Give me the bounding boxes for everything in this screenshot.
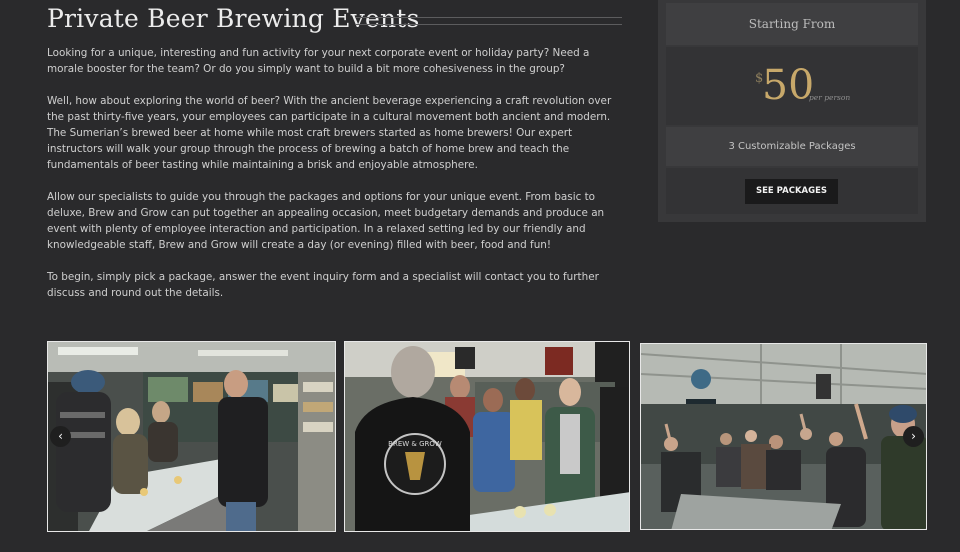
cta-row: SEE PACKAGES: [666, 168, 918, 214]
gallery-photo-2[interactable]: BREW & GROW: [344, 341, 630, 532]
paragraph-4: To begin, simply pick a package, answer …: [47, 271, 599, 299]
instructor-group-photo: BREW & GROW: [345, 342, 629, 531]
gallery-photo-3[interactable]: [640, 343, 927, 530]
paragraph-2: Well, how about exploring the world of b…: [47, 95, 612, 171]
gallery-photo-1[interactable]: [47, 341, 336, 532]
gallery-next-button[interactable]: ›: [903, 426, 924, 447]
title-divider: [356, 17, 622, 25]
intro-text: Looking for a unique, interesting and fu…: [47, 45, 622, 317]
pricing-heading: Starting From: [666, 3, 918, 45]
pricing-panel: Starting From $ 50 per person 3 Customiz…: [658, 0, 926, 222]
shirt-logo-text: BREW & GROW: [388, 440, 442, 448]
brewing-hall-photo: [641, 344, 926, 529]
price-unit: per person: [809, 93, 851, 102]
packages-count: 3 Customizable Packages: [666, 127, 918, 166]
paragraph-3: Allow our specialists to guide you throu…: [47, 191, 605, 251]
price-amount: 50: [762, 61, 815, 109]
gallery-prev-button[interactable]: ‹: [50, 426, 71, 447]
paragraph-1: Looking for a unique, interesting and fu…: [47, 47, 590, 75]
see-packages-button[interactable]: SEE PACKAGES: [745, 179, 838, 204]
tasting-counter-photo: [48, 342, 335, 531]
price-display: $ 50 per person: [666, 47, 918, 125]
